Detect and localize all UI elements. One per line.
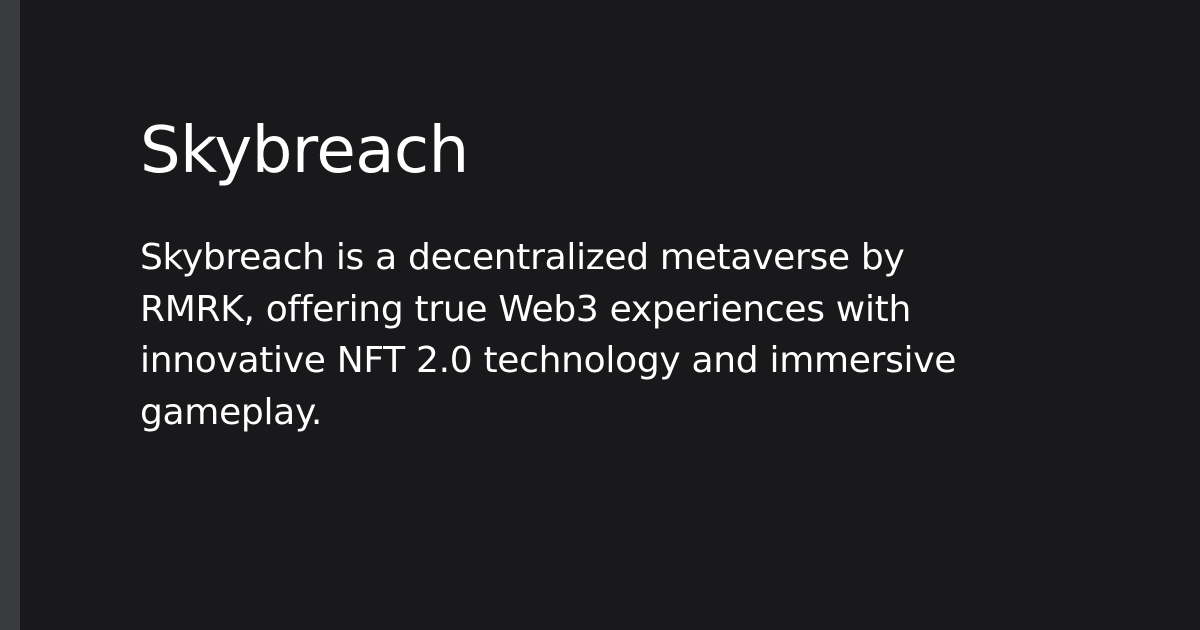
preview-card: Skybreach Skybreach is a decentralized m… [20, 0, 1200, 630]
page-description: Skybreach is a decentralized metaverse b… [140, 237, 957, 433]
left-accent-bar [0, 0, 20, 630]
page-title: Skybreach [140, 114, 469, 188]
